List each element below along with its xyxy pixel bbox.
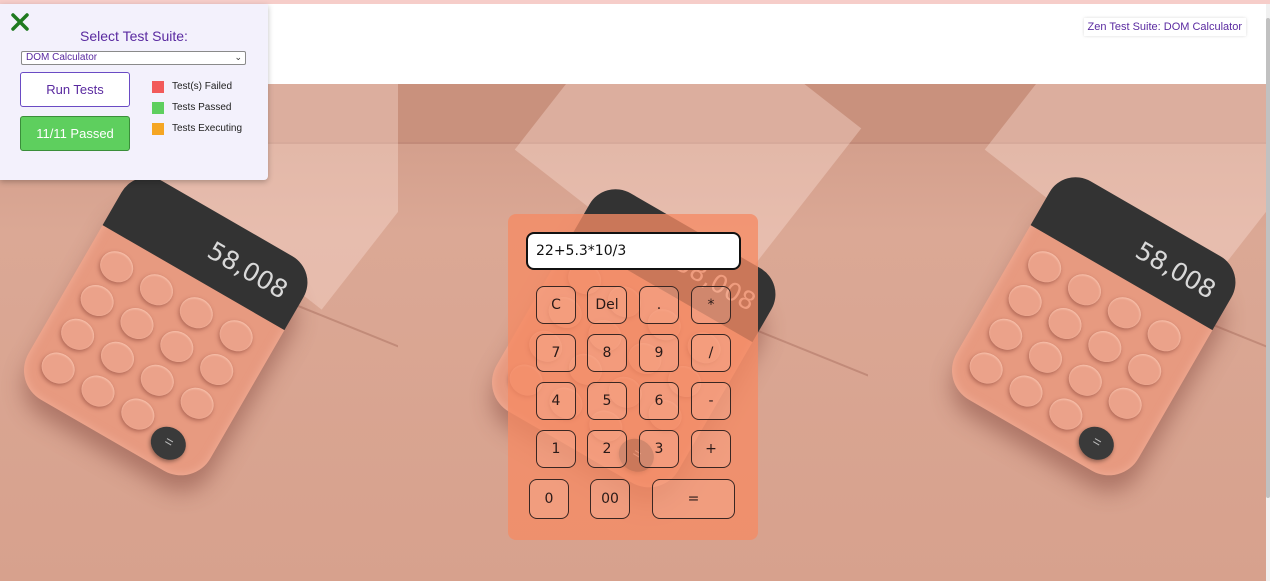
equals-button[interactable]: = <box>652 479 735 519</box>
eight-button[interactable]: 8 <box>587 334 627 372</box>
executing-swatch <box>152 123 164 135</box>
suite-select[interactable]: DOM Calculator ⌄ <box>21 51 246 65</box>
calculator-display[interactable]: 22+5.3*10/3 <box>526 232 741 270</box>
select-suite-title: Select Test Suite: <box>80 28 188 44</box>
minus-button[interactable]: - <box>691 382 731 420</box>
nine-button[interactable]: 9 <box>639 334 679 372</box>
divide-button[interactable]: / <box>691 334 731 372</box>
multiply-button[interactable]: * <box>691 286 731 324</box>
clear-button[interactable]: C <box>536 286 576 324</box>
zero-button[interactable]: 0 <box>529 479 569 519</box>
five-button[interactable]: 5 <box>587 382 627 420</box>
six-button[interactable]: 6 <box>639 382 679 420</box>
legend-label: Test(s) Failed <box>172 81 233 92</box>
failed-swatch <box>152 81 164 93</box>
legend-label: Tests Executing <box>172 123 243 134</box>
background-tile-right: 58,008 = <box>868 84 1266 581</box>
plus-button[interactable]: + <box>691 430 731 468</box>
test-status-badge: 11/11 Passed <box>20 116 130 151</box>
decimal-button[interactable]: . <box>639 286 679 324</box>
chevron-down-icon: ⌄ <box>234 52 242 62</box>
one-button[interactable]: 1 <box>536 430 576 468</box>
suite-select-value: DOM Calculator <box>26 52 98 63</box>
calculator: 22+5.3*10/3 C Del . * 7 8 9 / 4 5 6 - 1 … <box>508 214 758 540</box>
three-button[interactable]: 3 <box>639 430 679 468</box>
four-button[interactable]: 4 <box>536 382 576 420</box>
legend-label: Tests Passed <box>172 102 232 113</box>
double-zero-button[interactable]: 00 <box>590 479 630 519</box>
two-button[interactable]: 2 <box>587 430 627 468</box>
passed-swatch <box>152 102 164 114</box>
test-suite-panel: Select Test Suite: DOM Calculator ⌄ Run … <box>0 4 268 180</box>
seven-button[interactable]: 7 <box>536 334 576 372</box>
delete-button[interactable]: Del <box>587 286 627 324</box>
run-tests-button[interactable]: Run Tests <box>20 72 130 107</box>
scrollbar-thumb[interactable] <box>1266 18 1270 498</box>
suite-title-label: Zen Test Suite: DOM Calculator <box>1083 18 1246 36</box>
